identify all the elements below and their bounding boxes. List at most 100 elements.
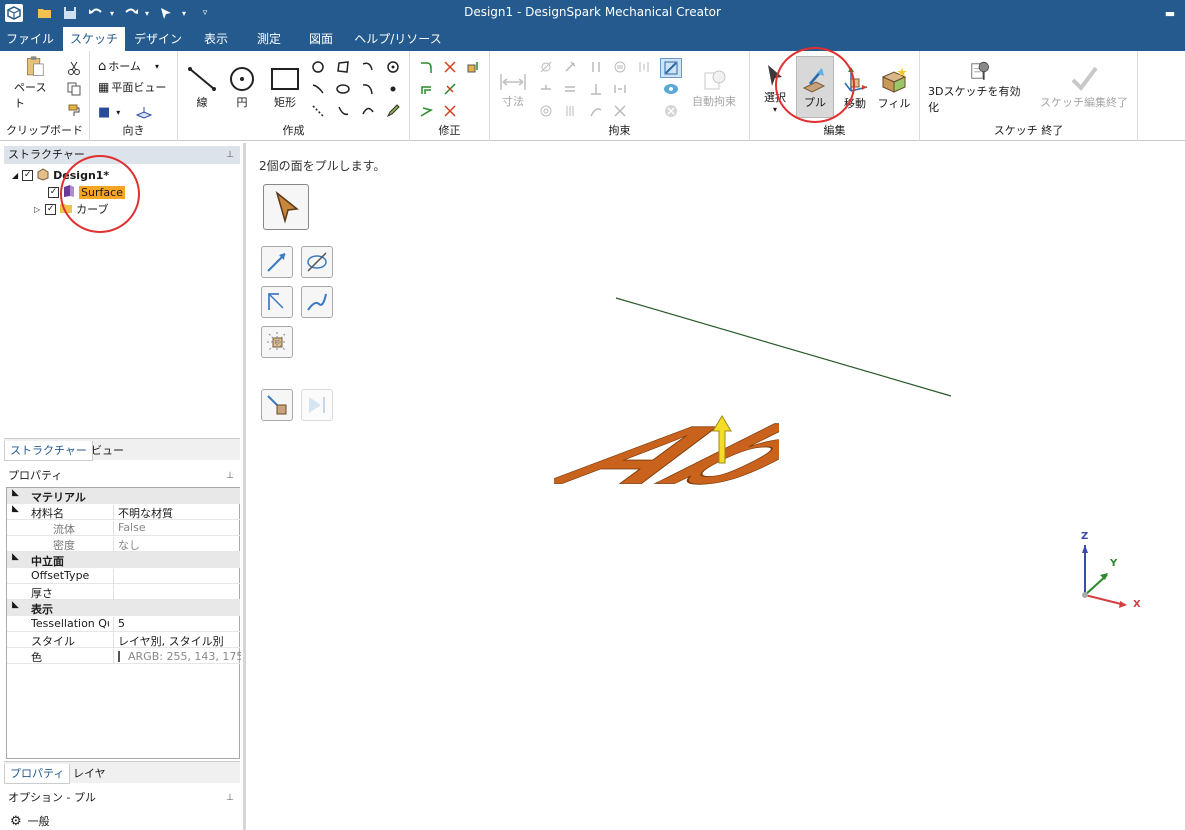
revolve-axis-button[interactable] (301, 246, 333, 278)
symmetric-icon[interactable] (562, 103, 578, 119)
prop-row-fluid[interactable]: 流体 False (7, 520, 240, 536)
tangent-arc-icon[interactable] (360, 59, 376, 75)
vertical-icon[interactable] (636, 59, 652, 75)
tab-drawing[interactable]: 図面 (297, 27, 345, 51)
bend-icon[interactable] (418, 103, 434, 119)
midpoint-icon[interactable] (612, 81, 628, 97)
coincident-icon[interactable] (538, 59, 554, 75)
complete-button[interactable] (301, 389, 333, 421)
auto-constraint-button[interactable]: 自動拘束 (688, 65, 740, 113)
prop-category-material[interactable]: ◣ マテリアル (7, 488, 240, 504)
pull-direction-button[interactable] (261, 246, 293, 278)
options-section-general[interactable]: ⚙ 一般 (10, 813, 50, 829)
copy-icon[interactable] (66, 81, 82, 97)
prop-row-style[interactable]: スタイル レイヤ別, スタイル別 (7, 632, 240, 648)
tab-file[interactable]: ファイル (0, 27, 60, 51)
tab-display[interactable]: 表示 (192, 27, 240, 51)
circle-tool-button[interactable]: 円 (224, 61, 260, 113)
pencil-icon[interactable] (385, 103, 401, 119)
delete-curve-icon[interactable] (442, 103, 458, 119)
orient-sketch-icon[interactable] (136, 104, 152, 120)
sketch-curve-line[interactable] (609, 293, 959, 403)
prop-category-midsurface[interactable]: ◣ 中立面 (7, 552, 240, 568)
undo-dropdown-icon[interactable]: ▾ (107, 4, 117, 22)
fix-icon[interactable] (562, 59, 578, 75)
properties-pin-icon[interactable]: ⊥ (226, 467, 234, 485)
curve-visibility-checkbox[interactable]: ✓ (45, 203, 57, 215)
redo-dropdown-icon[interactable]: ▾ (142, 4, 152, 22)
delete-constraint-icon[interactable] (663, 103, 679, 119)
format-painter-icon[interactable] (66, 102, 82, 118)
split-icon[interactable] (442, 81, 458, 97)
redo-icon[interactable] (121, 4, 141, 22)
offset-icon[interactable] (418, 81, 434, 97)
show-constraints-toggle[interactable] (660, 58, 682, 78)
prop-row-material-name[interactable]: ◣ 材料名 不明な材質 (7, 504, 240, 520)
select-mode-icon[interactable] (157, 4, 175, 22)
undo-icon[interactable] (86, 4, 106, 22)
plan-view-button[interactable]: ▦ 平面ビュー (98, 79, 166, 95)
show-dof-icon[interactable] (663, 81, 679, 97)
prop-category-display[interactable]: ◣ 表示 (7, 600, 240, 616)
tab-help-resources[interactable]: ヘルプ/リソース (352, 27, 444, 51)
tab-sketch[interactable]: スケッチ (63, 27, 125, 51)
equal-icon[interactable] (612, 59, 628, 75)
sweep-button[interactable] (261, 286, 293, 318)
sweep-arc-icon[interactable] (385, 59, 401, 75)
expand-icon[interactable]: ▷ (34, 205, 40, 214)
cut-icon[interactable] (66, 60, 82, 76)
tab-measure[interactable]: 測定 (245, 27, 293, 51)
up-to-button[interactable] (261, 389, 293, 421)
polygon-icon[interactable] (310, 59, 326, 75)
project-icon[interactable] (465, 59, 481, 75)
three-point-rect-icon[interactable] (335, 59, 351, 75)
face-curve-icon[interactable] (335, 103, 351, 119)
horizontal-icon[interactable] (538, 81, 554, 97)
collapse-icon[interactable]: ◢ (12, 171, 18, 180)
blend-button[interactable] (301, 286, 333, 318)
color-swatch[interactable] (118, 651, 120, 662)
trim-icon[interactable] (442, 59, 458, 75)
tab-design[interactable]: デザイン (128, 27, 188, 51)
customize-quick-access-icon[interactable]: ▿ (200, 4, 210, 22)
collapse-icon[interactable]: ◣ (12, 552, 19, 562)
concentric-icon[interactable] (538, 103, 554, 119)
minimize-ribbon-icon[interactable]: ▬ (1162, 4, 1178, 22)
save-icon[interactable] (61, 4, 79, 22)
select-guide-button[interactable] (263, 184, 309, 230)
tab-structure[interactable]: ストラクチャー (4, 441, 93, 461)
view-cube-button[interactable]: ■ ▾ (98, 104, 120, 120)
rectangle-tool-button[interactable]: 矩形 (266, 61, 304, 113)
select-mode-dropdown-icon[interactable]: ▾ (179, 4, 189, 22)
collapse-icon[interactable]: ◣ (12, 600, 19, 610)
spline-icon[interactable] (310, 81, 326, 97)
construction-line-icon[interactable] (310, 103, 326, 119)
pull-arrow-handle[interactable] (711, 415, 733, 467)
tab-view[interactable]: ビュー (86, 441, 129, 461)
collapse-icon[interactable]: ◣ (12, 504, 19, 514)
surface-visibility-checkbox[interactable]: ✓ (48, 186, 59, 198)
open-folder-icon[interactable] (36, 4, 54, 22)
prop-row-offset-type[interactable]: OffsetType (7, 568, 240, 584)
enable-3d-sketch-button[interactable]: 3Dスケッチを有効化 (928, 59, 1030, 115)
viewport[interactable]: 2個の面をプルします。 Ab Z Y X (249, 143, 1185, 830)
polygon-arc-icon[interactable] (360, 103, 376, 119)
line-tool-button[interactable]: 線 (184, 61, 220, 113)
collinear-icon[interactable] (562, 81, 578, 97)
home-view-button[interactable]: ⌂ ホーム ▾ (98, 58, 159, 74)
collapse-icon[interactable]: ◣ (12, 488, 19, 498)
three-point-arc-icon[interactable] (360, 81, 376, 97)
surface-text-ab[interactable]: Ab (554, 391, 779, 501)
prop-row-tessellation[interactable]: Tessellation Qua5 (7, 616, 240, 632)
fill-tool-button[interactable]: フィル (876, 59, 912, 117)
draft-button[interactable] (261, 326, 293, 358)
angle-icon[interactable] (612, 103, 628, 119)
perpendicular-icon[interactable] (588, 81, 604, 97)
tangent-icon[interactable] (588, 103, 604, 119)
tab-properties[interactable]: プロパティ (4, 764, 71, 784)
options-pin-icon[interactable]: ⊥ (226, 789, 234, 807)
fillet-icon[interactable] (418, 59, 434, 75)
paste-button[interactable]: ペースト (14, 55, 56, 111)
dimension-button[interactable]: 寸法 (496, 67, 530, 113)
finish-sketch-button[interactable]: スケッチ編集終了 (1036, 59, 1132, 115)
